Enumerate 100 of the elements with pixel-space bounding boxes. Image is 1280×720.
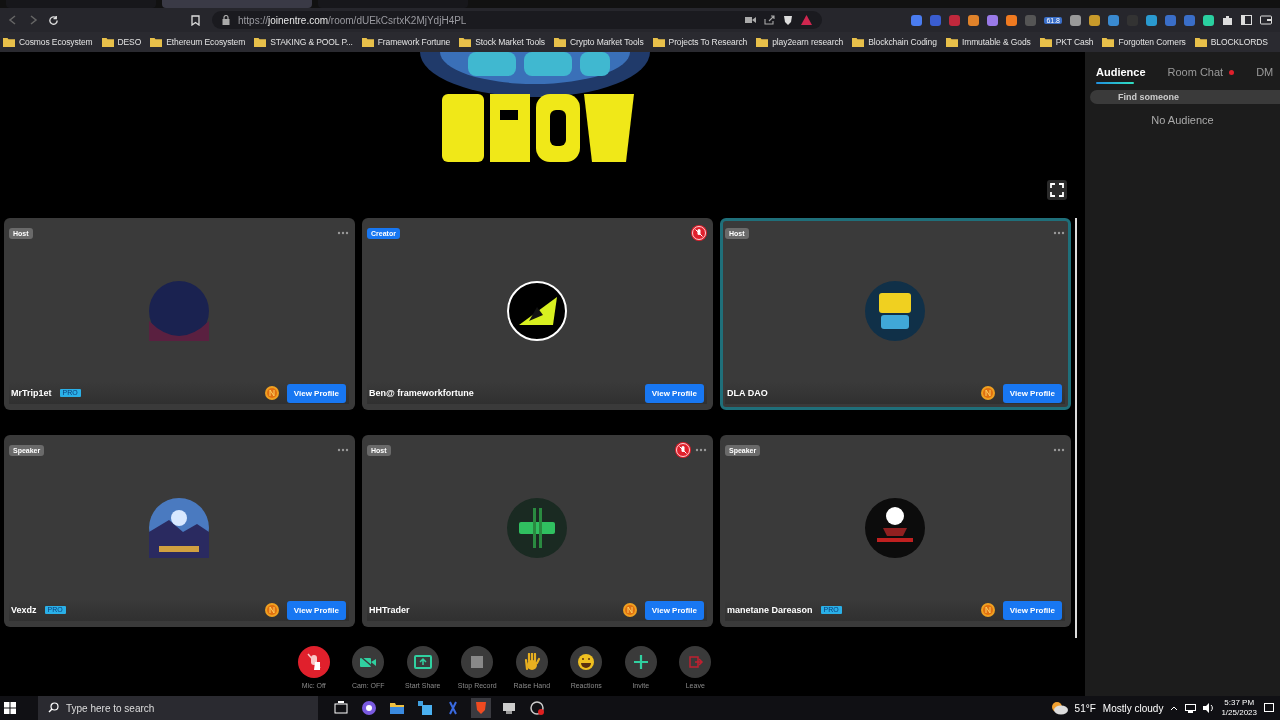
gauge-icon[interactable] [530,701,544,715]
control-button[interactable] [297,646,330,678]
app-icon[interactable] [446,701,460,715]
folder-icon [756,37,769,47]
windows-start-icon[interactable] [4,702,16,714]
shield-icon[interactable] [783,14,793,26]
view-profile-button[interactable]: View Profile [644,600,704,620]
participant-name: Ben@ frameworkfortune [369,388,474,398]
bookmark-link[interactable]: Immutable & Gods [961,37,1031,47]
bookmark-link[interactable]: Framework Fortune [377,37,451,47]
reload-icon[interactable] [48,14,59,26]
fullscreen-icon[interactable] [1047,180,1067,200]
address-bar[interactable]: https://joinentre.com/room/dUEkCsrtxK2MjYdjH4PL [212,11,822,29]
bookmark-link[interactable]: STAKING & POOL P... [270,37,353,47]
control-button[interactable] [515,646,548,678]
folder-icon [3,37,15,47]
avatar [149,497,209,558]
more-icon[interactable] [337,448,349,452]
control-button[interactable] [624,646,657,678]
view-profile-button[interactable]: View Profile [1002,383,1062,403]
bookmark-link[interactable]: Ethereum Ecosystem [166,37,246,47]
folder-icon[interactable] [390,701,404,715]
control-button[interactable] [570,646,603,678]
taskbar-search-field[interactable]: Type here to search [38,696,318,720]
bookmark-link[interactable]: Crypto Market Tools [570,37,644,47]
folder-icon [1039,37,1052,47]
bookmark-link[interactable]: Projects To Research [668,37,748,47]
weather-icon[interactable] [1049,701,1068,715]
clock-time: 5:37 PM [1224,698,1255,708]
more-icon[interactable] [337,231,349,235]
empty-message: No Audience [1151,114,1214,126]
bookmark-link[interactable]: Stock Market Tools [475,37,546,47]
view-profile-button[interactable]: View Profile [286,600,346,620]
extension-icon[interactable] [987,14,999,26]
bookmark-link[interactable]: DESO [117,37,142,47]
bookmark-link[interactable]: BLOCKLORDS [1210,37,1268,47]
screen-share-icon [413,653,432,671]
computer-icon[interactable] [502,701,516,715]
bookmark-icon[interactable] [191,14,200,26]
panel-tab[interactable]: Room Chat [1167,62,1235,84]
lock-icon [222,15,230,25]
panel-tab[interactable]: Audience [1096,62,1146,84]
microphone-icon [304,653,323,671]
task-view-icon[interactable] [334,701,348,715]
extension-icon[interactable] [1108,14,1119,26]
folder-icon [459,37,472,47]
back-icon[interactable] [8,15,18,25]
avatar [865,280,925,341]
folder-icon [945,37,958,47]
folder-icon [150,37,163,47]
extension-icon[interactable] [911,14,923,26]
more-icon[interactable] [1053,231,1065,235]
volume-icon[interactable] [1203,703,1215,713]
avatar [149,280,209,341]
participant-name: manetane Dareason [727,605,813,615]
sidebar-icon[interactable] [1241,15,1252,25]
view-profile-button[interactable]: View Profile [644,383,704,403]
chat-app-icon[interactable] [362,701,376,715]
control-button[interactable] [461,646,494,678]
folder-icon [852,37,865,47]
extension-icon[interactable] [1089,14,1100,26]
participant-name: Vexdz [11,605,37,615]
bookmark-link[interactable]: Cosmos Ecosystem [19,37,93,47]
temperature: 51°F [1074,702,1096,714]
control-button[interactable] [352,646,385,678]
panel-tab[interactable]: DM [1256,62,1274,84]
extension-icon[interactable] [1203,14,1214,26]
view-profile-button[interactable]: View Profile [1002,600,1062,620]
extension-icon[interactable] [1006,14,1018,26]
forward-icon[interactable] [28,15,38,25]
extension-icon[interactable] [1146,14,1157,26]
participant-name: HHTrader [369,605,410,615]
folder-icon [101,37,114,47]
folder-icon [554,37,567,47]
url-text: https://joinentre.com/room/dUEkCsrtxK2MjYdjH4PL [238,14,468,26]
extension-icon[interactable] [1070,14,1081,26]
wallet-icon[interactable] [1260,15,1272,25]
folder-icon [1194,37,1207,47]
network-icon[interactable] [1185,703,1197,713]
more-icon[interactable] [695,448,707,452]
bookmark-link[interactable]: play2earn research [772,37,844,47]
control-button[interactable] [406,646,439,678]
bookmark-link[interactable]: Blockchain Coding [868,37,937,47]
exit-icon [686,653,705,671]
share-icon[interactable] [764,15,775,25]
view-profile-button[interactable]: View Profile [286,383,346,403]
avatar [865,497,925,558]
bookmark-link[interactable]: PKT Cash [1055,37,1094,47]
camera-icon[interactable] [745,16,756,24]
caret-icon[interactable] [1170,705,1179,711]
bookmark-link[interactable]: Forgotten Corners [1118,37,1186,47]
hand-icon [522,653,541,671]
notification-icon[interactable] [1264,703,1274,713]
clock-date: 1/25/2023 [1221,708,1257,718]
more-icon[interactable] [1053,448,1065,452]
extension-icon[interactable] [968,14,980,26]
avatar [507,280,567,341]
window-icon[interactable] [418,701,432,715]
search-field[interactable]: Find someone [1090,90,1280,104]
triangle-icon[interactable] [801,15,812,25]
